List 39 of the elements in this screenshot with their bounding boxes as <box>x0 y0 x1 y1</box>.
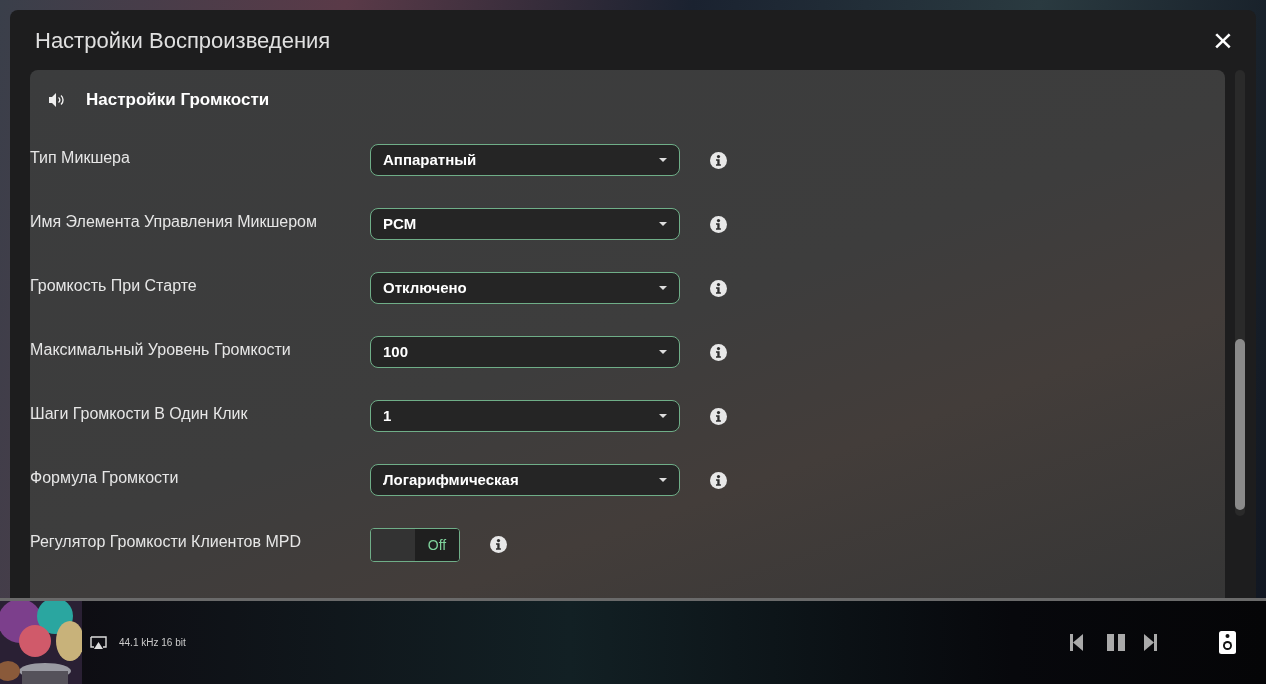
next-icon[interactable] <box>1144 634 1157 651</box>
cast-icon[interactable] <box>90 635 107 650</box>
info-icon[interactable] <box>710 152 727 169</box>
setting-label: Регулятор Громкости Клиентов MPD <box>30 533 301 550</box>
info-icon[interactable] <box>710 472 727 489</box>
previous-icon[interactable] <box>1070 634 1083 651</box>
speaker-device-icon[interactable] <box>1219 631 1236 654</box>
setting-label: Громкость При Старте <box>30 277 197 294</box>
caret-icon <box>659 158 667 162</box>
setting-label: Имя Элемента Управления Микшером <box>30 213 317 230</box>
info-icon[interactable] <box>710 408 727 425</box>
setting-label: Формула Громкости <box>30 469 179 486</box>
setting-label: Максимальный Уровень Громкости <box>30 341 291 358</box>
caret-icon <box>659 478 667 482</box>
caret-icon <box>659 414 667 418</box>
audio-format: 44.1 kHz 16 bit <box>119 636 186 650</box>
setting-label: Шаги Громкости В Один Клик <box>30 405 248 422</box>
scrollbar[interactable] <box>1235 70 1245 516</box>
dropdown[interactable]: 1 <box>370 400 680 432</box>
progress-track[interactable] <box>0 598 1266 601</box>
dropdown[interactable]: Отключено <box>370 272 680 304</box>
dropdown[interactable]: PCM <box>370 208 680 240</box>
caret-icon <box>659 350 667 354</box>
info-icon[interactable] <box>490 536 507 553</box>
toggle-switch[interactable]: Off <box>370 528 460 562</box>
dialog-title: Настройки Воспроизведения <box>35 26 331 55</box>
speaker-icon <box>49 93 66 107</box>
caret-icon <box>659 286 667 290</box>
section-title: Настройки Громкости <box>86 89 270 112</box>
setting-label: Тип Микшера <box>30 149 130 166</box>
dropdown[interactable]: Аппаратный <box>370 144 680 176</box>
info-icon[interactable] <box>710 280 727 297</box>
dropdown[interactable]: Логарифмическая <box>370 464 680 496</box>
info-icon[interactable] <box>710 344 727 361</box>
pause-icon[interactable] <box>1107 634 1125 651</box>
caret-icon <box>659 222 667 226</box>
info-icon[interactable] <box>710 216 727 233</box>
dropdown[interactable]: 100 <box>370 336 680 368</box>
close-button[interactable]: × <box>1208 25 1238 55</box>
